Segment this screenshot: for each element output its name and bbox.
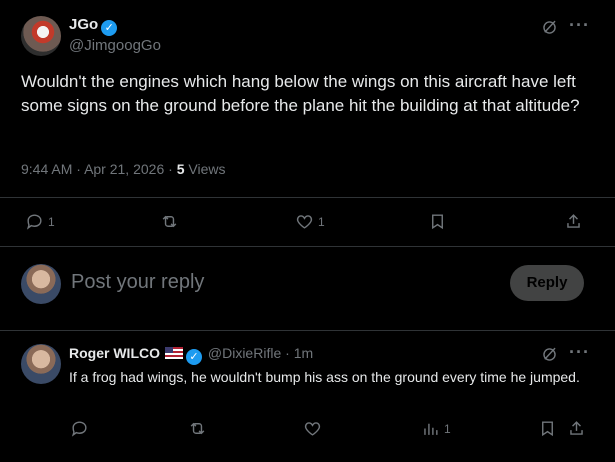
repost-icon bbox=[162, 215, 177, 228]
bookmark-icon bbox=[542, 421, 553, 437]
like-count: 1 bbox=[318, 214, 325, 229]
reply-button[interactable]: Reply bbox=[510, 265, 584, 301]
share-icon bbox=[567, 214, 580, 228]
divider bbox=[0, 246, 615, 247]
repost-action[interactable] bbox=[188, 419, 207, 438]
share-action[interactable] bbox=[564, 212, 583, 231]
share-icon bbox=[570, 421, 583, 435]
reply-author-handle[interactable]: @DixieRifle bbox=[208, 345, 281, 361]
post-text: Wouldn't the engines which hang below th… bbox=[21, 72, 580, 115]
author-handle[interactable]: @JimgoogGo bbox=[69, 37, 161, 54]
meta-separator: · bbox=[76, 161, 81, 177]
reply-time[interactable]: 1m bbox=[294, 345, 313, 361]
post-meta: 9:44 AM · Apr 21, 2026 · 5 Views bbox=[21, 161, 225, 177]
reply-author-row: Roger WILCO ✓ @DixieRifle · 1m bbox=[69, 345, 313, 365]
reply-action[interactable]: 1 bbox=[25, 212, 55, 231]
reply-count: 1 bbox=[48, 214, 55, 229]
author-avatar[interactable] bbox=[21, 16, 61, 56]
repost-action[interactable] bbox=[160, 212, 179, 231]
grok-icon[interactable] bbox=[540, 345, 559, 364]
views-count: 5 bbox=[176, 161, 185, 177]
post-date[interactable]: Apr 21, 2026 bbox=[84, 161, 164, 177]
views-icon bbox=[424, 423, 438, 435]
reply-icon bbox=[26, 214, 42, 230]
bookmark-action[interactable] bbox=[538, 419, 557, 438]
user-avatar[interactable] bbox=[21, 264, 61, 304]
reply-input[interactable]: Post your reply bbox=[71, 271, 204, 294]
like-action[interactable] bbox=[303, 419, 322, 438]
heart-icon bbox=[304, 422, 321, 436]
views-label: Views bbox=[188, 161, 226, 177]
reply-text: If a frog had wings, he wouldn't bump hi… bbox=[69, 369, 580, 385]
grok-icon[interactable] bbox=[540, 18, 559, 37]
bookmark-icon bbox=[432, 214, 443, 230]
reply-author-avatar[interactable] bbox=[21, 344, 61, 384]
reply-views-count: 1 bbox=[444, 421, 451, 436]
us-flag-icon bbox=[165, 347, 183, 359]
verified-badge-icon: ✓ bbox=[101, 20, 118, 36]
repost-icon bbox=[190, 422, 205, 435]
heart-icon bbox=[296, 215, 313, 229]
views-action[interactable]: 1 bbox=[421, 419, 451, 438]
divider bbox=[0, 197, 615, 198]
divider bbox=[0, 330, 615, 331]
post-time[interactable]: 9:44 AM bbox=[21, 161, 72, 177]
reply-icon bbox=[71, 421, 87, 437]
author-name[interactable]: JGo bbox=[69, 16, 98, 33]
more-options-icon[interactable]: ··· bbox=[569, 15, 590, 36]
reply-author-name[interactable]: Roger WILCO bbox=[69, 345, 160, 361]
like-action[interactable]: 1 bbox=[295, 212, 325, 231]
share-action[interactable] bbox=[567, 419, 586, 438]
more-options-icon[interactable]: ··· bbox=[569, 342, 590, 363]
reply-separator: · bbox=[285, 345, 290, 361]
reply-action[interactable] bbox=[70, 419, 89, 438]
verified-badge-icon: ✓ bbox=[186, 349, 202, 365]
meta-separator-2: · bbox=[168, 161, 173, 177]
bookmark-action[interactable] bbox=[428, 212, 447, 231]
author-name-row: JGo ✓ bbox=[69, 16, 118, 36]
